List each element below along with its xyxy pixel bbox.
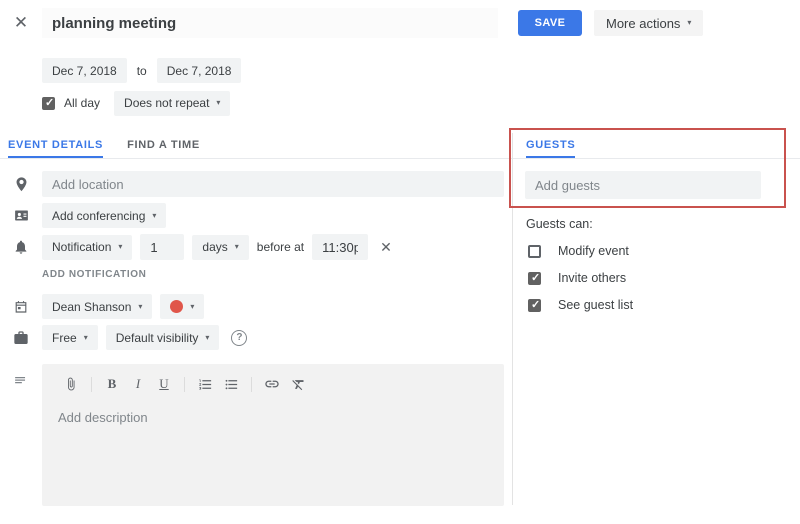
attachment-icon[interactable]: [58, 373, 84, 395]
description-toolbar: B I U: [52, 372, 494, 396]
italic-button[interactable]: I: [125, 373, 151, 395]
availability-value: Free: [52, 331, 77, 345]
notification-type-value: Notification: [52, 240, 111, 254]
to-label: to: [137, 64, 147, 78]
bulleted-list-icon[interactable]: [218, 373, 244, 395]
permission-label: See guest list: [558, 298, 633, 312]
video-conference-icon: [0, 207, 42, 224]
recurrence-value: Does not repeat: [124, 96, 209, 110]
description-box: B I U: [42, 364, 504, 506]
help-icon[interactable]: ?: [231, 330, 247, 346]
permission-row: Invite others: [528, 271, 800, 285]
guests-pane: GUESTS Guests can: Modify event Invite o…: [513, 133, 800, 505]
calendar-select-dropdown[interactable]: Dean Shanson ▾: [42, 294, 152, 319]
location-input[interactable]: [42, 171, 504, 197]
underline-button[interactable]: U: [151, 373, 177, 395]
permission-row: See guest list: [528, 298, 800, 312]
event-editor-window: ✕ SAVE More actions ▾ Dec 7, 2018 to Dec…: [0, 0, 800, 524]
chevron-down-icon: ▾: [687, 19, 691, 27]
add-conferencing-dropdown[interactable]: Add conferencing ▾: [42, 203, 166, 228]
chevron-down-icon: ▾: [190, 303, 194, 311]
chevron-down-icon: ▾: [84, 334, 88, 342]
visibility-value: Default visibility: [116, 331, 199, 345]
topbar: ✕ SAVE More actions ▾: [0, 0, 800, 46]
notification-unit-value: days: [202, 240, 227, 254]
toolbar-divider: [251, 377, 252, 392]
start-date-field[interactable]: Dec 7, 2018: [42, 58, 127, 83]
chevron-down-icon: ▾: [235, 243, 239, 251]
chevron-down-icon: ▾: [118, 243, 122, 251]
notification-row: Notification ▾ days ▾ before at ✕: [0, 234, 512, 260]
tab-guests[interactable]: GUESTS: [526, 139, 575, 158]
notification-type-dropdown[interactable]: Notification ▾: [42, 235, 132, 260]
event-details-pane: EVENT DETAILS FIND A TIME Add conferenci…: [0, 133, 513, 505]
save-button[interactable]: SAVE: [518, 10, 582, 36]
end-date-field[interactable]: Dec 7, 2018: [157, 58, 242, 83]
before-at-label: before at: [257, 240, 304, 254]
permission-row: Modify event: [528, 244, 800, 258]
more-actions-button[interactable]: More actions ▾: [594, 10, 703, 36]
date-row: Dec 7, 2018 to Dec 7, 2018: [42, 58, 800, 83]
right-tabbar: GUESTS: [513, 133, 800, 159]
see-guest-list-checkbox[interactable]: [528, 299, 541, 312]
visibility-dropdown[interactable]: Default visibility ▾: [106, 325, 220, 350]
event-color-dropdown[interactable]: ▾: [160, 294, 204, 319]
add-conferencing-label: Add conferencing: [52, 209, 145, 223]
clear-formatting-icon[interactable]: [285, 373, 311, 395]
permission-label: Modify event: [558, 244, 629, 258]
notification-unit-dropdown[interactable]: days ▾: [192, 235, 248, 260]
event-color-swatch: [170, 300, 183, 313]
availability-row: Free ▾ Default visibility ▾ ?: [0, 325, 512, 350]
description-lines-icon: [0, 364, 42, 389]
notification-time-input[interactable]: [312, 234, 368, 260]
calendar-icon: [0, 299, 42, 315]
permission-label: Invite others: [558, 271, 626, 285]
main-area: EVENT DETAILS FIND A TIME Add conferenci…: [0, 133, 800, 505]
bell-icon: [0, 239, 42, 255]
modify-event-checkbox[interactable]: [528, 245, 541, 258]
chevron-down-icon: ▾: [205, 334, 209, 342]
tab-event-details[interactable]: EVENT DETAILS: [8, 139, 103, 158]
event-title-input[interactable]: [42, 8, 498, 38]
availability-dropdown[interactable]: Free ▾: [42, 325, 98, 350]
location-row: [0, 171, 512, 197]
calendar-row: Dean Shanson ▾ ▾: [0, 294, 512, 319]
more-actions-label: More actions: [606, 16, 680, 31]
recurrence-dropdown[interactable]: Does not repeat ▾: [114, 91, 230, 116]
all-day-checkbox[interactable]: [42, 97, 55, 110]
briefcase-icon: [0, 330, 42, 346]
calendar-select-value: Dean Shanson: [52, 300, 131, 314]
description-section: B I U: [0, 364, 512, 506]
chevron-down-icon: ▾: [216, 99, 220, 107]
link-icon[interactable]: [259, 373, 285, 395]
tab-find-a-time[interactable]: FIND A TIME: [127, 139, 200, 158]
chevron-down-icon: ▾: [152, 212, 156, 220]
add-notification-link[interactable]: ADD NOTIFICATION: [42, 269, 512, 280]
close-icon[interactable]: ✕: [10, 13, 32, 33]
notification-count-input[interactable]: [140, 234, 184, 260]
invite-others-checkbox[interactable]: [528, 272, 541, 285]
description-input[interactable]: Add description: [58, 410, 494, 425]
toolbar-divider: [184, 377, 185, 392]
location-pin-icon: [0, 176, 42, 193]
conferencing-row: Add conferencing ▾: [0, 203, 512, 228]
bold-button[interactable]: B: [99, 373, 125, 395]
numbered-list-icon[interactable]: [192, 373, 218, 395]
guests-can-label: Guests can:: [526, 217, 800, 231]
all-day-row: All day Does not repeat ▾: [42, 91, 800, 115]
all-day-label: All day: [64, 96, 100, 110]
left-tabbar: EVENT DETAILS FIND A TIME: [0, 133, 512, 159]
remove-notification-icon[interactable]: ✕: [380, 239, 392, 256]
add-guests-input[interactable]: [525, 171, 761, 199]
chevron-down-icon: ▾: [138, 303, 142, 311]
toolbar-divider: [91, 377, 92, 392]
